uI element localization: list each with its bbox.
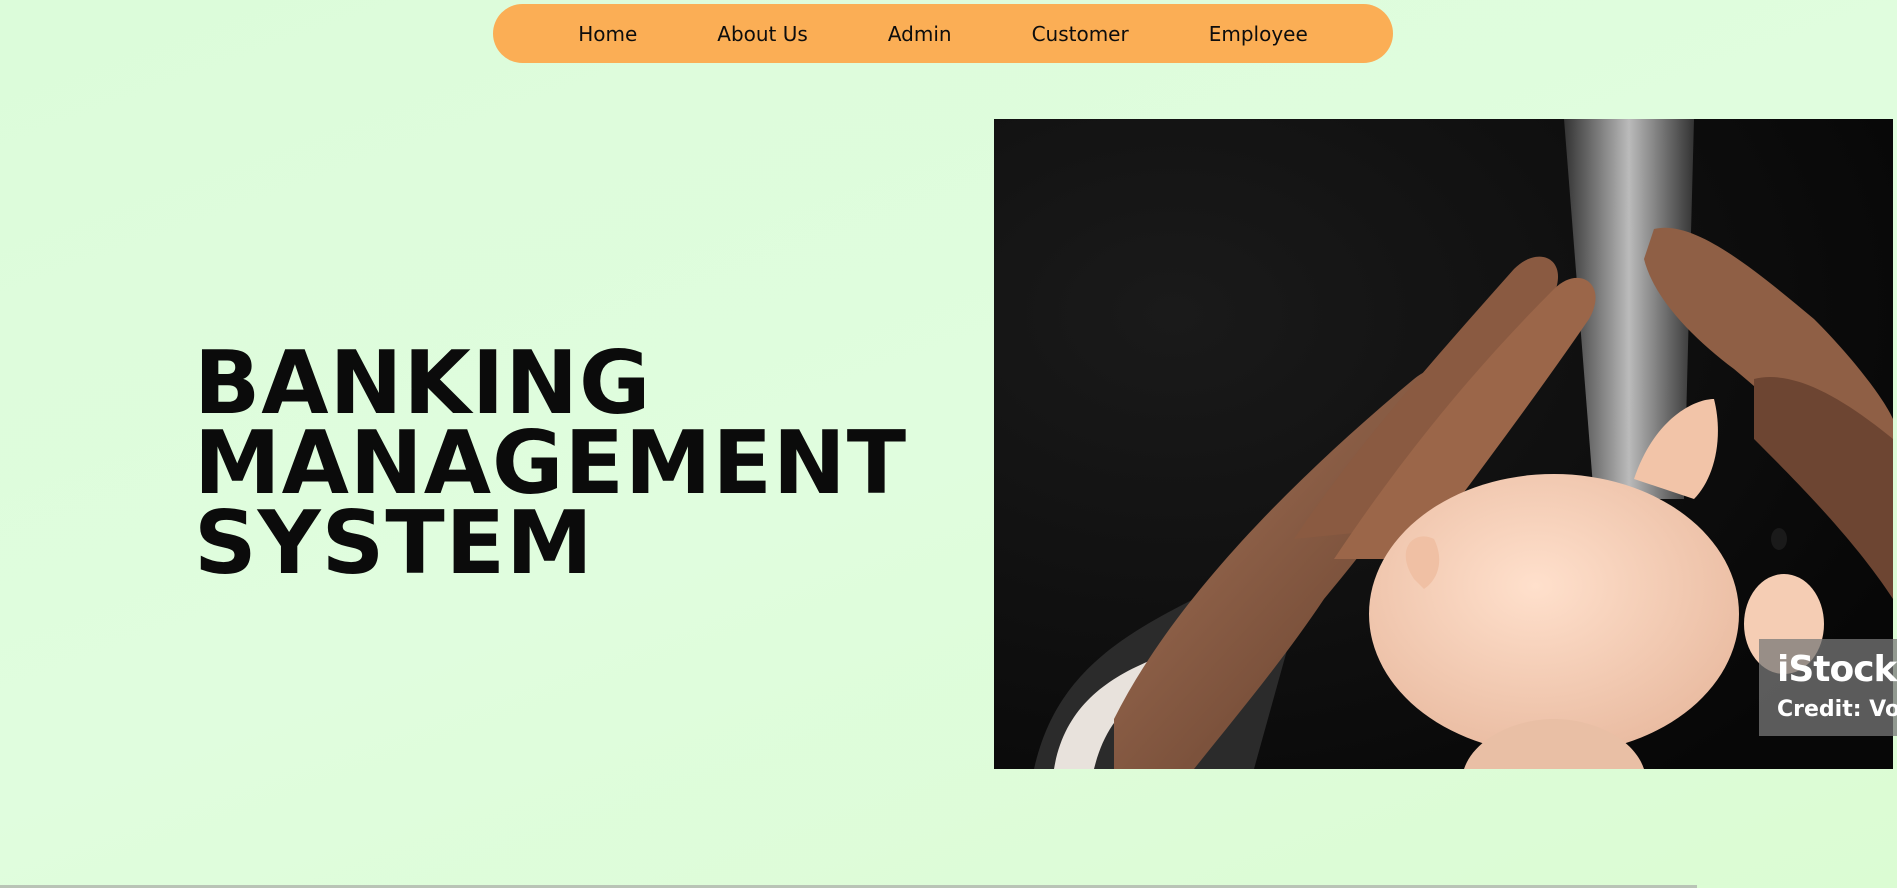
top-navigation: Home About Us Admin Customer Employee [493, 4, 1393, 63]
watermark-credit: Credit: Vo [1777, 697, 1897, 722]
hero-title-line-2: MANAGEMENT [194, 412, 908, 514]
nav-customer-link[interactable]: Customer [992, 22, 1169, 46]
watermark-brand: iStock [1777, 649, 1897, 690]
nav-employee-link[interactable]: Employee [1169, 22, 1348, 46]
istock-watermark: iStock Credit: Vo [1759, 639, 1897, 736]
hero-title-line-1: BANKING [194, 332, 652, 434]
hero-title: BANKING MANAGEMENT SYSTEM [194, 332, 908, 594]
nav-home-link[interactable]: Home [538, 22, 677, 46]
hero-title-line-3: SYSTEM [194, 492, 594, 594]
nav-admin-link[interactable]: Admin [848, 22, 992, 46]
nav-about-us-link[interactable]: About Us [677, 22, 848, 46]
page: Home About Us Admin Customer Employee BA… [0, 0, 1897, 888]
